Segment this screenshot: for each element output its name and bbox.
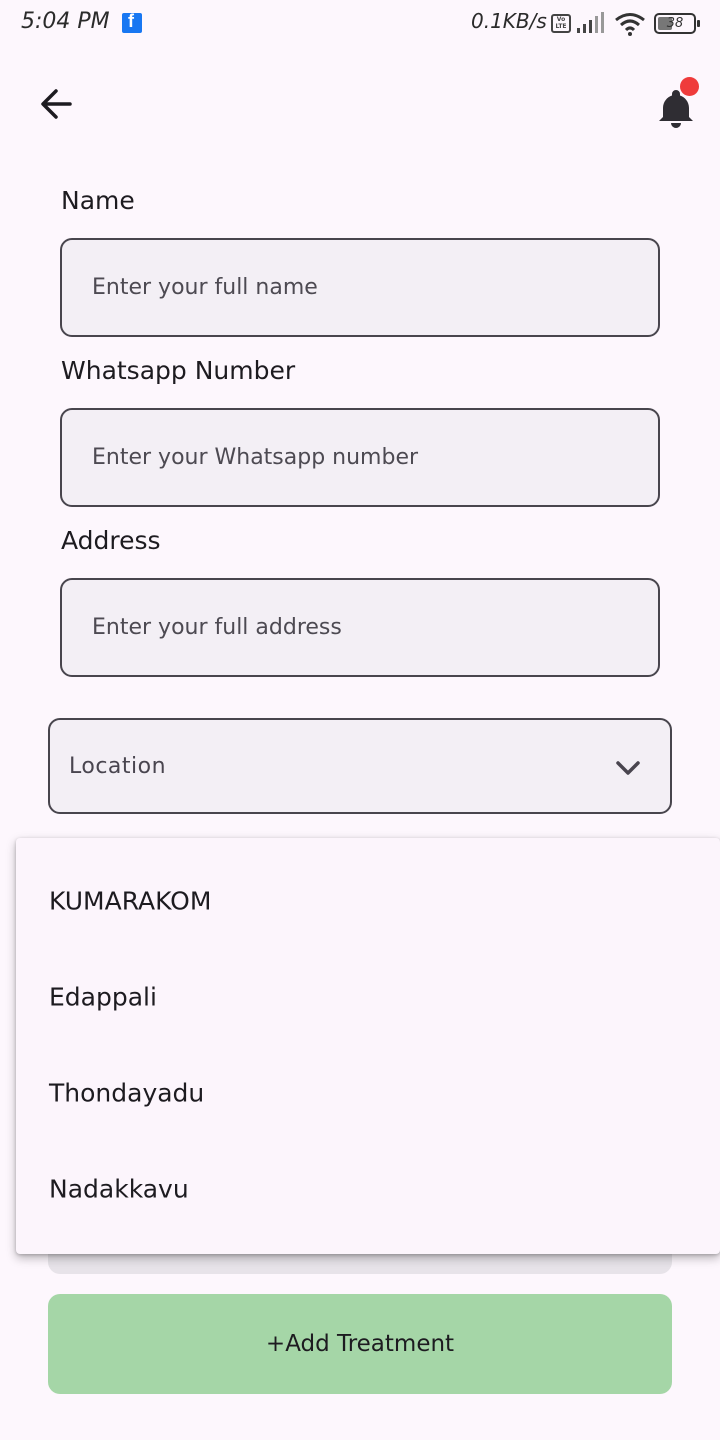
chevron-down-icon: [616, 761, 640, 775]
battery-level-text: 38: [666, 16, 684, 31]
name-input[interactable]: [60, 238, 660, 337]
location-option-nadakkavu[interactable]: Nadakkavu: [16, 1142, 720, 1238]
status-bar: 5:04 PM f 0.1KB/s Vo LTE 38: [0, 0, 720, 48]
location-option-label: KUMARAKOM: [49, 886, 212, 916]
status-time: 5:04 PM: [21, 9, 110, 34]
registration-screen: 5:04 PM f 0.1KB/s Vo LTE 38 Name Enter y…: [0, 0, 720, 1440]
location-option-label: Thondayadu: [49, 1078, 205, 1108]
add-treatment-button[interactable]: +Add Treatment: [48, 1294, 672, 1394]
notification-badge: [680, 77, 699, 96]
location-option-label: Nadakkavu: [49, 1174, 189, 1204]
whatsapp-input[interactable]: [60, 408, 660, 507]
back-button[interactable]: [30, 78, 82, 130]
address-label: Address: [61, 526, 161, 555]
facebook-icon: f: [122, 11, 142, 33]
location-dropdown[interactable]: Location: [48, 718, 672, 814]
location-menu: KUMARAKOM Edappali Thondayadu Nadakkavu: [16, 838, 720, 1254]
location-option-edappali[interactable]: Edappali: [16, 950, 720, 1046]
name-label: Name: [61, 186, 135, 215]
arrow-left-icon: [41, 89, 72, 119]
location-option-kumarakom[interactable]: KUMARAKOM: [16, 854, 720, 950]
network-speed: 0.1KB/s: [471, 9, 547, 33]
whatsapp-label: Whatsapp Number: [61, 356, 296, 385]
address-input[interactable]: [60, 578, 660, 677]
location-option-thondayadu[interactable]: Thondayadu: [16, 1046, 720, 1142]
volte-icon: Vo LTE: [551, 14, 571, 33]
location-label: Location: [69, 754, 167, 779]
battery-icon: 38: [654, 13, 700, 34]
location-option-label: Edappali: [49, 982, 157, 1012]
signal-icon: [577, 12, 604, 33]
wifi-icon: [615, 13, 645, 36]
